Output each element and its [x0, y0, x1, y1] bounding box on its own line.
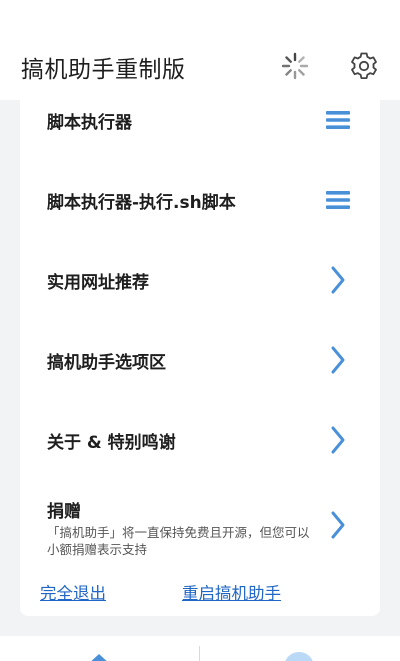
bottom-nav-bar	[0, 636, 400, 661]
chevron-right-icon	[322, 424, 354, 456]
app-header: 搞机助手重制版	[0, 0, 400, 100]
restart-link[interactable]: 重启搞机助手	[182, 580, 281, 604]
chevron-right-icon	[322, 344, 354, 376]
menu-item-label: 关于 & 特别鸣谢	[47, 433, 176, 453]
menu-item-script-executor[interactable]: 脚本执行器	[20, 100, 380, 140]
loading-spinner-icon[interactable]	[279, 50, 311, 82]
exit-link[interactable]: 完全退出	[40, 580, 106, 604]
menu-item-label: 实用网址推荐	[47, 273, 149, 293]
chevron-right-icon	[322, 509, 354, 541]
menu-item-label: 搞机助手选项区	[47, 353, 166, 373]
profile-icon[interactable]	[284, 652, 314, 661]
menu-item-label: 脚本执行器	[47, 113, 132, 133]
donate-description: 「搞机助手」将一直保持免费且开源，但您可以小额捐赠表示支持	[47, 525, 310, 557]
nav-divider	[199, 646, 200, 661]
chevron-right-icon	[322, 264, 354, 296]
menu-card: 脚本执行器 脚本执行器-执行.sh脚本 实用网址推荐 搞机助手选项区 关于 & …	[20, 100, 380, 616]
menu-item-label: 脚本执行器-执行.sh脚本	[47, 193, 236, 213]
menu-item-options-area[interactable]: 搞机助手选项区	[20, 340, 380, 380]
donate-label: 捐赠	[47, 502, 81, 522]
menu-item-donate[interactable]: 捐赠 「搞机助手」将一直保持免费且开源，但您可以小额捐赠表示支持	[20, 493, 380, 561]
app-title: 搞机助手重制版	[21, 57, 186, 83]
menu-icon	[322, 104, 354, 136]
menu-item-about-thanks[interactable]: 关于 & 特别鸣谢	[20, 420, 380, 460]
menu-item-useful-websites[interactable]: 实用网址推荐	[20, 260, 380, 300]
home-icon[interactable]	[86, 653, 112, 661]
menu-item-script-executor-sh[interactable]: 脚本执行器-执行.sh脚本	[20, 180, 380, 220]
settings-gear-icon[interactable]	[348, 50, 380, 82]
menu-icon	[322, 184, 354, 216]
